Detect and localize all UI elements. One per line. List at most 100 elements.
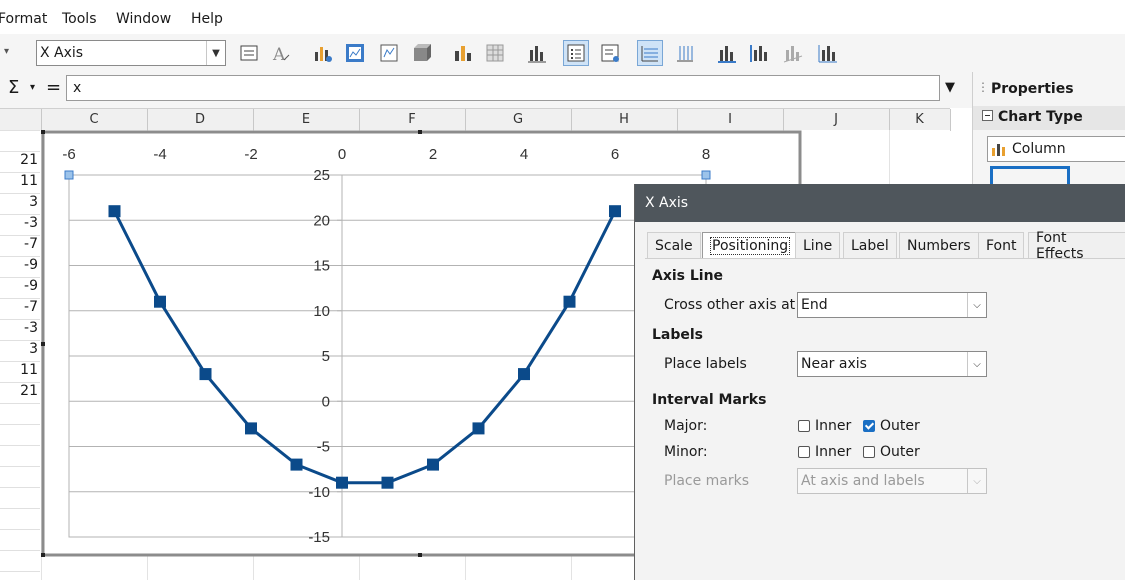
column-header-e[interactable]: E [253, 112, 359, 127]
y-tick-label: 0 [322, 393, 330, 410]
formula-input[interactable]: x [66, 75, 940, 101]
format-selection-icon[interactable] [236, 40, 262, 66]
cell-value[interactable]: -7 [0, 299, 38, 315]
column-headers: CDEFGHIJK [0, 108, 951, 132]
cell-value[interactable]: 3 [0, 194, 38, 210]
all-axes-icon[interactable] [814, 40, 840, 66]
x-tick-label: -6 [62, 146, 75, 163]
data-point [245, 422, 257, 435]
column-header-i[interactable]: I [677, 112, 783, 127]
chevron-down-icon: ⌵ [967, 352, 986, 376]
cell-value[interactable]: 3 [0, 341, 38, 357]
cell-value[interactable]: -3 [0, 215, 38, 231]
cell-value[interactable]: -3 [0, 320, 38, 336]
legend-on-off-icon[interactable] [563, 40, 589, 66]
x-tick-label: 4 [520, 146, 528, 163]
expand-formula-icon[interactable]: ▼ [945, 80, 955, 95]
3d-view-icon[interactable] [408, 40, 434, 66]
column-header-g[interactable]: G [465, 112, 571, 127]
chevron-down-icon[interactable]: ▾ [30, 82, 35, 93]
horizontal-grids-icon[interactable] [637, 40, 663, 66]
data-point [108, 205, 121, 218]
z-axis-icon[interactable] [780, 40, 806, 66]
tab-font[interactable]: Font [978, 232, 1025, 258]
cell-value[interactable]: 21 [0, 152, 38, 168]
frame-handle [41, 553, 45, 557]
major-outer-checkbox[interactable] [863, 420, 875, 432]
chart-element-select[interactable]: X Axis ▼ [36, 40, 226, 66]
place-labels-label: Place labels [664, 356, 747, 372]
tab-label[interactable]: Label [843, 232, 897, 258]
axis-line-heading: Axis Line [652, 268, 724, 284]
tab-positioning-label: Positioning [710, 236, 791, 255]
chart-variant-thumbnail[interactable] [990, 166, 1070, 186]
cross-axis-select[interactable]: End ⌵ [797, 292, 987, 318]
data-point [154, 295, 166, 308]
minor-inner-checkbox[interactable] [798, 446, 810, 458]
font-format-icon[interactable]: A [268, 40, 294, 66]
column-header-k[interactable]: K [889, 112, 950, 127]
minor-label: Minor: [664, 444, 708, 460]
major-label: Major: [664, 418, 708, 434]
chart-area-icon[interactable] [342, 40, 368, 66]
legend-format-icon[interactable] [597, 40, 623, 66]
x-tick-label: 6 [611, 146, 619, 163]
column-header-h[interactable]: H [571, 112, 677, 127]
tab-scale[interactable]: Scale [647, 232, 701, 258]
dialog-titlebar[interactable]: X Axis [635, 184, 1125, 222]
place-marks-select[interactable]: At axis and labels ⌵ [797, 468, 987, 494]
cell-value[interactable]: -9 [0, 257, 38, 273]
place-marks-value: At axis and labels [801, 473, 925, 489]
chart-wall-icon[interactable] [376, 40, 402, 66]
minor-inner-label: Inner [815, 444, 852, 460]
major-outer-label: Outer [880, 418, 920, 434]
insert-chart-icon[interactable] [524, 40, 550, 66]
y-tick-label: -10 [308, 484, 330, 501]
column-header-c[interactable]: C [41, 112, 147, 127]
column-header-j[interactable]: J [783, 112, 889, 127]
menu-help[interactable]: Help [191, 11, 223, 27]
y-tick-label: 20 [313, 212, 330, 229]
chart-type-icon[interactable] [310, 40, 336, 66]
major-inner-checkbox[interactable] [798, 420, 810, 432]
data-point [336, 476, 348, 489]
tab-positioning[interactable]: Positioning [702, 232, 799, 258]
column-chart-icon [992, 144, 1005, 156]
x-tick-label: 8 [702, 146, 710, 163]
tab-font-effects[interactable]: Font Effects [1028, 230, 1125, 262]
data-point [427, 458, 439, 471]
sigma-icon[interactable]: Σ [8, 77, 19, 98]
tab-numbers[interactable]: Numbers [899, 232, 979, 258]
tab-line[interactable]: Line [795, 232, 841, 258]
minor-outer-checkbox[interactable] [863, 446, 875, 458]
chart-type-select[interactable]: Column [987, 136, 1125, 162]
collapse-icon [982, 110, 993, 121]
y-tick-label: 5 [322, 348, 330, 365]
place-labels-value: Near axis [801, 356, 867, 372]
x-axis-icon[interactable] [714, 40, 740, 66]
menu-format[interactable]: Format [0, 11, 47, 27]
cell-value[interactable]: 11 [0, 173, 38, 189]
axis-selection-handle [64, 170, 74, 180]
chart-type-section-header[interactable]: Chart Type [973, 106, 1125, 130]
column-header-f[interactable]: F [359, 112, 465, 127]
column-header-d[interactable]: D [147, 112, 253, 127]
place-labels-select[interactable]: Near axis ⌵ [797, 351, 987, 377]
cell-value[interactable]: 21 [0, 383, 38, 399]
data-table-icon[interactable] [482, 40, 508, 66]
chart-type-2-icon[interactable] [450, 40, 476, 66]
menu-window[interactable]: Window [116, 11, 171, 27]
chart-type-value: Column [1012, 141, 1066, 157]
y-axis-icon[interactable] [746, 40, 772, 66]
cell-value[interactable]: -9 [0, 278, 38, 294]
vertical-grids-icon[interactable] [672, 40, 698, 66]
menu-tools[interactable]: Tools [62, 11, 97, 27]
frame-handle [41, 342, 45, 346]
interval-marks-heading: Interval Marks [652, 392, 767, 408]
equals-icon[interactable]: = [46, 77, 61, 98]
cell-value[interactable]: -7 [0, 236, 38, 252]
cell-value[interactable]: 11 [0, 362, 38, 378]
chevron-down-icon[interactable]: ▾ [4, 46, 9, 57]
sidebar-title: Properties [991, 81, 1074, 97]
menu-bar: Format Tools Window Help [0, 0, 1125, 34]
